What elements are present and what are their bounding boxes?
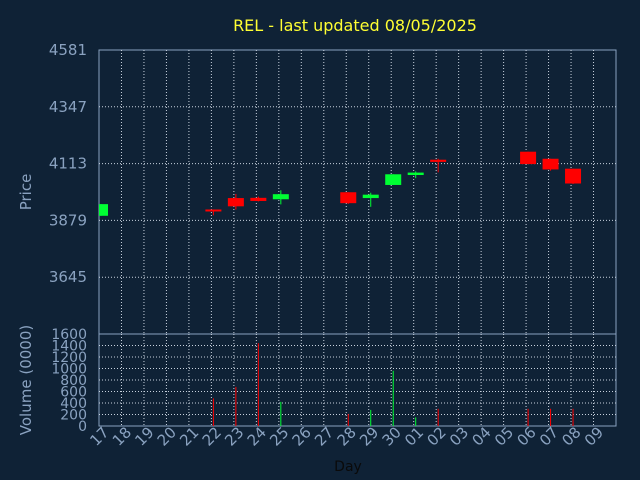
volume-series bbox=[212, 343, 574, 426]
price-y-tick-label: 4113 bbox=[49, 155, 87, 173]
volume-y-tick-label: 1600 bbox=[51, 327, 87, 343]
volume-grid bbox=[99, 334, 616, 426]
price-axis-label: Price bbox=[17, 174, 35, 211]
price-grid bbox=[99, 50, 616, 334]
volume-axis-label: Volume (0000) bbox=[17, 325, 35, 435]
price-y-tick-label: 3879 bbox=[49, 211, 87, 229]
candle-body bbox=[227, 198, 244, 207]
price-y-tick-label: 3645 bbox=[49, 268, 87, 286]
x-tick-labels: 1718192021222324252627282930010203040506… bbox=[86, 423, 607, 449]
candle-body bbox=[99, 204, 108, 216]
price-plot-frame bbox=[98, 49, 617, 335]
price-y-tick-label: 4581 bbox=[49, 41, 87, 59]
candlestick-series bbox=[99, 151, 582, 216]
candle-body bbox=[407, 172, 424, 176]
candle-body bbox=[542, 158, 559, 170]
price-volume-chart: REL - last updated 08/05/2025 3645 3879 41… bbox=[17, 16, 617, 475]
price-y-tick-label: 4347 bbox=[49, 98, 87, 116]
candle-body bbox=[430, 159, 447, 162]
candle-body bbox=[385, 174, 402, 185]
candle-body bbox=[520, 151, 537, 165]
candle-body bbox=[362, 194, 379, 199]
x-tick-label: 09 bbox=[581, 423, 607, 449]
candle-body bbox=[565, 168, 582, 184]
candle-body bbox=[250, 197, 267, 201]
candle-body bbox=[272, 194, 289, 200]
price-y-tick-labels: 3645 3879 4113 4347 4581 bbox=[49, 41, 87, 286]
candle-body bbox=[340, 192, 357, 204]
candle-body bbox=[205, 209, 222, 212]
chart-title: REL - last updated 08/05/2025 bbox=[233, 16, 477, 35]
volume-y-tick-labels: 02004006008001000120014001600 bbox=[51, 327, 87, 435]
x-axis-label: Day bbox=[334, 459, 362, 475]
